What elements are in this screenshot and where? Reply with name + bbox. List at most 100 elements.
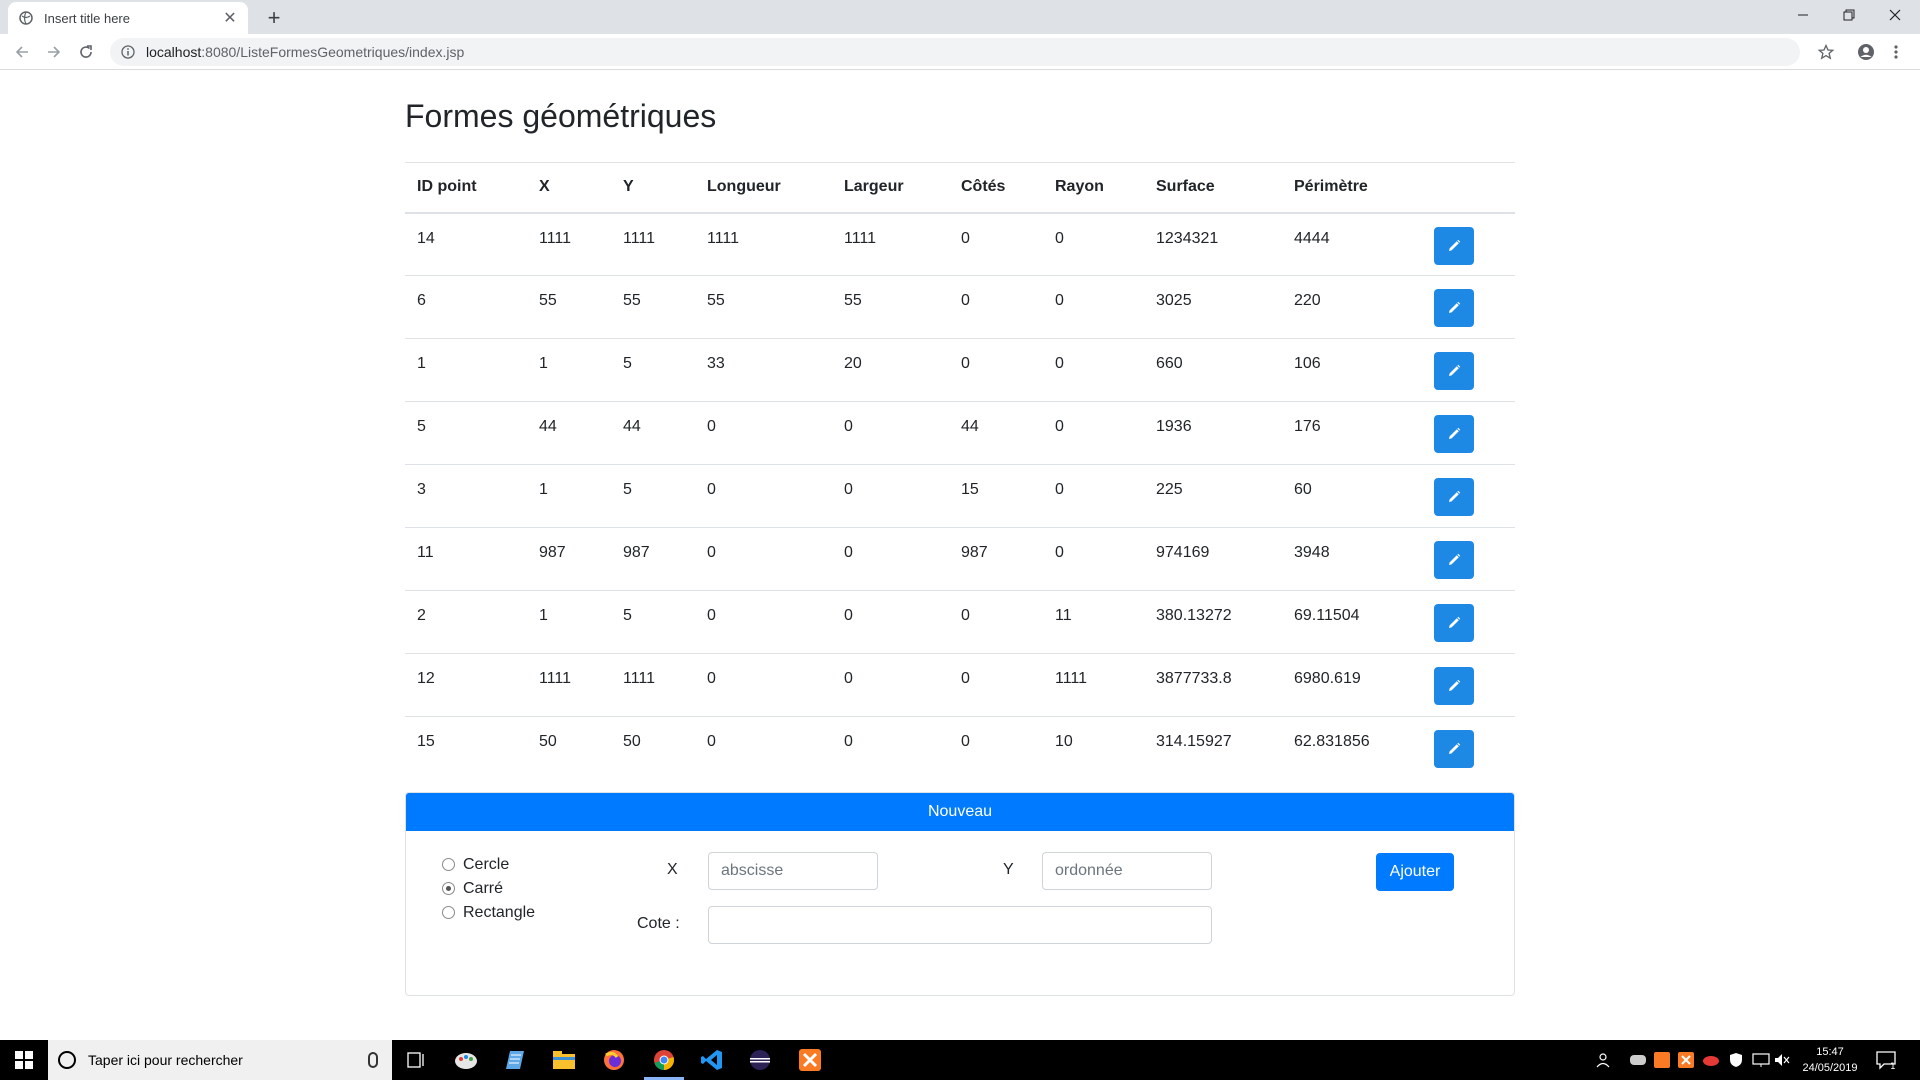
new-tab-button[interactable]: + — [260, 4, 288, 32]
edit-button[interactable] — [1434, 604, 1474, 642]
xampp-icon[interactable] — [796, 1046, 824, 1074]
cell-perimetre: 106 — [1282, 338, 1422, 402]
cell-y: 55 — [611, 275, 695, 339]
menu-kebab-icon[interactable] — [1884, 40, 1908, 64]
cell-cotes: 0 — [949, 590, 1043, 654]
windows-start-icon[interactable] — [0, 1040, 48, 1080]
browser-tab[interactable]: Insert title here ✕ — [8, 2, 248, 34]
col-y: Y — [611, 162, 695, 214]
cote-input[interactable] — [708, 905, 1212, 944]
cell-actions — [1422, 590, 1515, 654]
pencil-icon — [1449, 616, 1461, 628]
cell-actions — [1422, 464, 1515, 528]
notification-center-icon[interactable]: 1 — [1876, 1040, 1896, 1080]
network-icon[interactable] — [1752, 1040, 1770, 1080]
cell-id-point: 14 — [417, 229, 435, 247]
minimize-icon[interactable] — [1780, 0, 1826, 30]
pencil-icon — [1449, 364, 1461, 376]
pencil-icon — [1449, 239, 1461, 251]
pencil-icon — [1449, 301, 1461, 313]
cell-rayon: 0 — [1043, 401, 1144, 465]
forward-arrow-icon[interactable] — [42, 40, 66, 64]
cell-perimetre: 60 — [1282, 464, 1422, 528]
pencil-icon — [1449, 490, 1461, 502]
task-view-icon[interactable] — [402, 1046, 430, 1074]
radio-cercle[interactable]: Cercle — [442, 853, 535, 877]
cell-longueur: 0 — [695, 464, 832, 528]
xampp-tray-icon-2[interactable] — [1678, 1040, 1694, 1080]
table-row: 12 1111 1111 0 0 0 1111 3877733.8 6980.619 — [405, 653, 1515, 717]
taskbar-search[interactable]: Taper ici pour rechercher — [48, 1040, 392, 1080]
close-tab-icon[interactable]: ✕ — [222, 8, 238, 28]
cell-cotes: 44 — [949, 401, 1043, 465]
col-cotes: Côtés — [949, 162, 1043, 214]
xampp-tray-icon[interactable] — [1654, 1040, 1670, 1080]
edit-button[interactable] — [1434, 352, 1474, 390]
paint-app-icon[interactable] — [452, 1046, 480, 1074]
bookmark-star-icon[interactable] — [1814, 40, 1838, 64]
chrome-icon[interactable] — [650, 1046, 678, 1074]
cell-surface: 225 — [1144, 464, 1282, 528]
back-arrow-icon[interactable] — [10, 40, 34, 64]
cell-surface: 1936 — [1144, 401, 1282, 465]
pencil-icon — [1449, 553, 1461, 565]
vscode-icon[interactable] — [698, 1046, 726, 1074]
pencil-icon — [1449, 427, 1461, 439]
cell-actions — [1422, 527, 1515, 591]
edit-button[interactable] — [1434, 478, 1474, 516]
cell-x: 55 — [527, 275, 611, 339]
edit-button[interactable] — [1434, 730, 1474, 768]
cell-actions — [1422, 401, 1515, 465]
radio-label: Rectangle — [463, 903, 536, 921]
cloud-sync-icon[interactable] — [1702, 1040, 1720, 1080]
cell-longueur: 0 — [695, 653, 832, 717]
browser-toolbar: localhost:8080/ListeFormesGeometriques/i… — [0, 34, 1920, 70]
reload-icon[interactable] — [74, 40, 98, 64]
profile-icon[interactable] — [1854, 40, 1878, 64]
microphone-icon[interactable] — [368, 1052, 378, 1068]
firefox-icon[interactable] — [600, 1046, 628, 1074]
cell-surface: 1234321 — [1156, 229, 1219, 247]
radio-button[interactable] — [442, 906, 455, 919]
table-row: 6 55 55 55 55 0 0 3025 220 — [405, 275, 1515, 339]
restore-icon[interactable] — [1826, 0, 1872, 30]
pencil-icon — [1449, 742, 1461, 754]
security-shield-icon[interactable] — [1728, 1040, 1744, 1080]
y-input[interactable] — [1042, 851, 1212, 890]
cell-x: 1111 — [527, 653, 611, 717]
radio-button[interactable] — [442, 858, 455, 871]
taskbar-clock[interactable]: 15:47 24/05/2019 — [1796, 1044, 1864, 1076]
eclipse-icon[interactable] — [746, 1046, 774, 1074]
file-explorer-icon[interactable] — [550, 1046, 578, 1074]
table-header-row: ID point X Y Longueur Largeur Côtés Rayo… — [405, 162, 1515, 214]
table-row: 2 1 5 0 0 0 11 380.13272 69.11504 — [405, 590, 1515, 654]
cell-perimetre: 220 — [1282, 275, 1422, 339]
cell-actions — [1422, 716, 1515, 780]
address-bar[interactable]: localhost:8080/ListeFormesGeometriques/i… — [110, 38, 1800, 66]
cell-largeur: 0 — [832, 527, 949, 591]
cell-cotes: 987 — [949, 527, 1043, 591]
edit-button[interactable] — [1434, 226, 1474, 265]
x-input[interactable] — [708, 851, 878, 890]
radio-button-checked[interactable] — [442, 882, 455, 895]
radio-carre[interactable]: Carré — [442, 877, 535, 901]
people-icon[interactable] — [1596, 1040, 1614, 1080]
close-window-icon[interactable] — [1872, 0, 1918, 30]
cell-rayon: 0 — [1043, 338, 1144, 402]
table-row: 3 1 5 0 0 15 0 225 60 — [405, 464, 1515, 528]
cell-y: 1111 — [623, 229, 656, 247]
speaker-muted-icon[interactable] — [1774, 1040, 1790, 1080]
cell-perimetre: 3948 — [1282, 527, 1422, 591]
edit-button[interactable] — [1434, 289, 1474, 327]
info-icon[interactable] — [120, 44, 136, 60]
notepad-app-icon[interactable] — [502, 1046, 530, 1074]
edit-button[interactable] — [1434, 541, 1474, 579]
tray-app-icon[interactable] — [1630, 1040, 1646, 1080]
cell-rayon: 0 — [1055, 229, 1064, 247]
cell-y: 5 — [611, 464, 695, 528]
radio-rectangle[interactable]: Rectangle — [442, 901, 535, 925]
add-button[interactable]: Ajouter — [1376, 852, 1454, 891]
cell-x: 1 — [527, 338, 611, 402]
edit-button[interactable] — [1434, 415, 1474, 453]
edit-button[interactable] — [1434, 667, 1474, 705]
